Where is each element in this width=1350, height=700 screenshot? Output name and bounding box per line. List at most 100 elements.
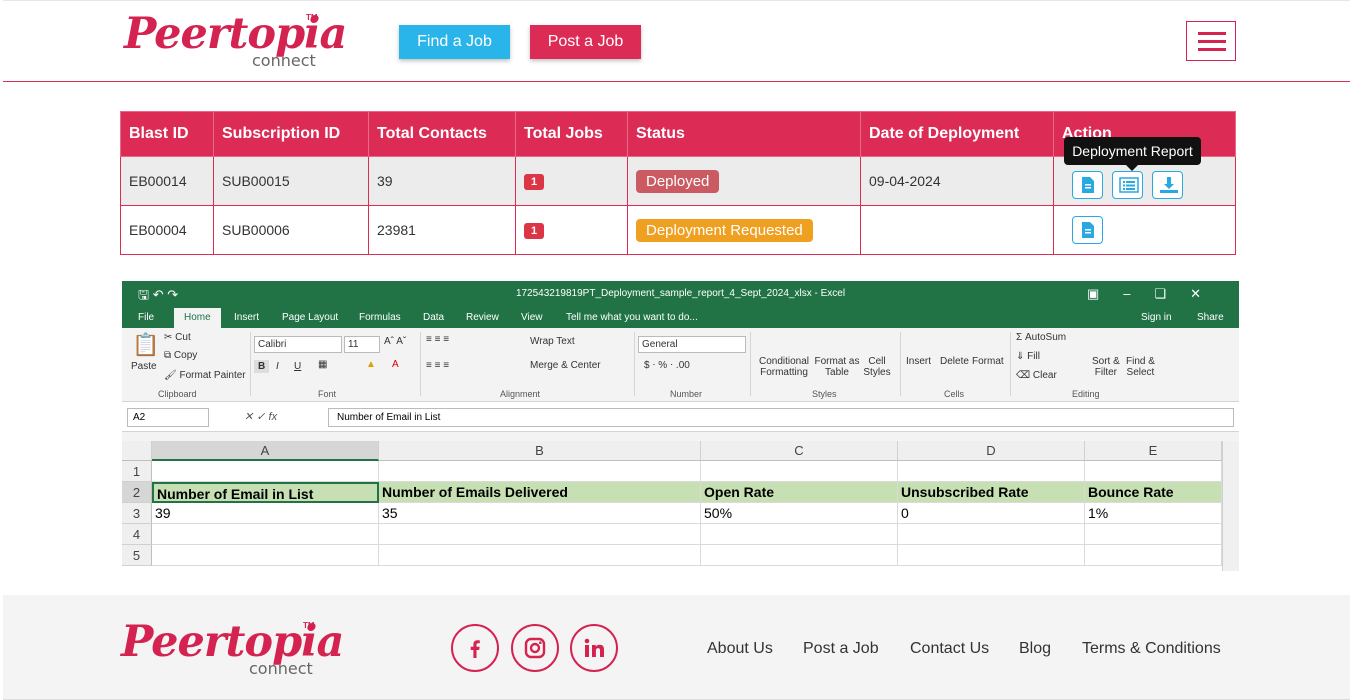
tab-page-layout[interactable]: Page Layout bbox=[282, 312, 338, 323]
delete-cells-button[interactable]: Delete bbox=[940, 356, 969, 367]
column-header[interactable]: B bbox=[379, 441, 701, 461]
autosum-button[interactable]: Σ AutoSum bbox=[1016, 332, 1066, 343]
wrap-text-button[interactable]: Wrap Text bbox=[530, 336, 575, 347]
grid-cell[interactable]: 39 bbox=[152, 503, 379, 524]
find-a-job-button[interactable]: Find a Job bbox=[399, 25, 510, 59]
tab-insert[interactable]: Insert bbox=[234, 312, 259, 323]
italic-button[interactable]: I bbox=[276, 361, 279, 372]
grid-cell[interactable]: Number of Emails Delivered bbox=[379, 482, 701, 503]
find-select-button[interactable]: Find & Select bbox=[1126, 356, 1155, 378]
row-header[interactable]: 2 bbox=[122, 482, 152, 503]
grid-cell[interactable] bbox=[379, 461, 701, 482]
grid-cell[interactable] bbox=[701, 461, 898, 482]
footer-link-about[interactable]: About Us bbox=[707, 640, 773, 658]
view-document-button[interactable] bbox=[1072, 171, 1103, 199]
row-header[interactable]: 3 bbox=[122, 503, 152, 524]
grid-cell[interactable] bbox=[898, 524, 1085, 545]
insert-cells-button[interactable]: Insert bbox=[906, 356, 931, 367]
cut-button[interactable]: ✂ Cut bbox=[164, 332, 191, 343]
row-header[interactable]: 4 bbox=[122, 524, 152, 545]
font-grow-shrink-icon[interactable]: Aˆ Aˇ bbox=[384, 336, 406, 347]
vertical-scrollbar[interactable] bbox=[1222, 441, 1239, 571]
font-color-icon[interactable]: A bbox=[392, 359, 399, 370]
bold-button[interactable]: B bbox=[254, 360, 270, 373]
grid-cell[interactable] bbox=[152, 545, 379, 566]
paste-button[interactable]: Paste bbox=[131, 361, 157, 372]
fill-button[interactable]: ⇓ Fill bbox=[1016, 351, 1040, 362]
number-format-select[interactable]: General bbox=[638, 336, 746, 353]
grid-cell-selected[interactable]: Number of Email in List bbox=[152, 482, 379, 503]
grid-cell[interactable]: 50% bbox=[701, 503, 898, 524]
grid-cell[interactable] bbox=[1085, 461, 1222, 482]
tab-data[interactable]: Data bbox=[423, 312, 444, 323]
footer-link-terms[interactable]: Terms & Conditions bbox=[1082, 640, 1221, 658]
grid-cell[interactable] bbox=[1085, 524, 1222, 545]
grid-cell[interactable]: Bounce Rate bbox=[1085, 482, 1222, 503]
row-header[interactable]: 1 bbox=[122, 461, 152, 482]
footer-link-blog[interactable]: Blog bbox=[1019, 640, 1051, 658]
align-left-icon[interactable]: ≡ ≡ ≡ bbox=[426, 360, 449, 371]
merge-center-button[interactable]: Merge & Center bbox=[530, 360, 601, 371]
sign-in-link[interactable]: Sign in bbox=[1141, 312, 1172, 323]
grid-cell[interactable] bbox=[152, 524, 379, 545]
tab-view[interactable]: View bbox=[521, 312, 543, 323]
grid-cell[interactable]: 35 bbox=[379, 503, 701, 524]
cell-styles-button[interactable]: Cell Styles bbox=[860, 356, 894, 378]
grid-cell[interactable] bbox=[152, 461, 379, 482]
grid-cell[interactable] bbox=[379, 524, 701, 545]
footer-logo[interactable]: Peertopia TM connect bbox=[121, 617, 344, 683]
grid-cell[interactable]: 0 bbox=[898, 503, 1085, 524]
format-as-table-button[interactable]: Format as Table bbox=[812, 356, 862, 378]
deployment-report-button[interactable] bbox=[1112, 171, 1143, 199]
row-header[interactable]: 5 bbox=[122, 545, 152, 566]
clear-button[interactable]: ⌫ Clear bbox=[1016, 370, 1057, 381]
align-top-icon[interactable]: ≡ ≡ ≡ bbox=[426, 334, 449, 345]
font-name-select[interactable]: Calibri bbox=[254, 336, 342, 353]
grid-cell[interactable] bbox=[379, 545, 701, 566]
format-cells-button[interactable]: Format bbox=[972, 356, 1004, 367]
select-all-corner[interactable] bbox=[122, 441, 152, 461]
tab-review[interactable]: Review bbox=[466, 312, 499, 323]
peertopia-logo[interactable]: Peertopia TM connect bbox=[124, 9, 347, 75]
grid-cell[interactable]: 1% bbox=[1085, 503, 1222, 524]
copy-button[interactable]: ⧉ Copy bbox=[164, 350, 197, 361]
view-document-button[interactable] bbox=[1072, 216, 1103, 244]
grid-cell[interactable] bbox=[898, 461, 1085, 482]
sort-filter-button[interactable]: Sort & Filter bbox=[1092, 356, 1120, 378]
grid-cell[interactable] bbox=[898, 545, 1085, 566]
window-controls-icon[interactable]: ▣–❏✕ bbox=[1087, 286, 1225, 302]
font-size-select[interactable]: 11 bbox=[344, 336, 380, 353]
name-box[interactable]: A2 bbox=[127, 408, 209, 427]
fx-icon[interactable]: ✕ ✓ fx bbox=[244, 410, 277, 423]
grid-cell[interactable] bbox=[701, 524, 898, 545]
grid-cell[interactable] bbox=[1085, 545, 1222, 566]
jobs-count-badge[interactable]: 1 bbox=[524, 223, 545, 239]
menu-hamburger-icon[interactable] bbox=[1186, 21, 1236, 61]
underline-button[interactable]: U bbox=[294, 361, 301, 372]
column-header[interactable]: C bbox=[701, 441, 898, 461]
grid-cell[interactable]: Open Rate bbox=[701, 482, 898, 503]
facebook-icon[interactable] bbox=[451, 624, 499, 672]
instagram-icon[interactable] bbox=[511, 624, 559, 672]
linkedin-icon[interactable] bbox=[570, 624, 618, 672]
tab-file[interactable]: File bbox=[138, 312, 154, 323]
formula-input[interactable]: Number of Email in List bbox=[328, 408, 1234, 427]
tab-home[interactable]: Home bbox=[174, 308, 221, 328]
column-header[interactable]: E bbox=[1085, 441, 1222, 461]
paste-icon[interactable]: 📋 bbox=[132, 332, 159, 358]
format-painter-button[interactable]: 🖌 Format Painter bbox=[164, 370, 246, 381]
share-button[interactable]: Share bbox=[1197, 312, 1224, 323]
tell-me-search[interactable]: Tell me what you want to do... bbox=[566, 312, 698, 323]
grid-cell[interactable]: Unsubscribed Rate bbox=[898, 482, 1085, 503]
tab-formulas[interactable]: Formulas bbox=[359, 312, 401, 323]
borders-icon[interactable]: ▦ bbox=[318, 359, 327, 370]
grid-cell[interactable] bbox=[701, 545, 898, 566]
fill-color-icon[interactable]: ▲ bbox=[366, 359, 376, 370]
footer-link-contact[interactable]: Contact Us bbox=[910, 640, 989, 658]
column-header[interactable]: D bbox=[898, 441, 1085, 461]
post-a-job-button[interactable]: Post a Job bbox=[530, 25, 641, 59]
footer-link-post-job[interactable]: Post a Job bbox=[803, 640, 879, 658]
currency-percent-icon[interactable]: $ ⋅ % ⋅ .00 bbox=[644, 360, 690, 371]
download-report-button[interactable] bbox=[1152, 171, 1183, 199]
jobs-count-badge[interactable]: 1 bbox=[524, 174, 545, 190]
